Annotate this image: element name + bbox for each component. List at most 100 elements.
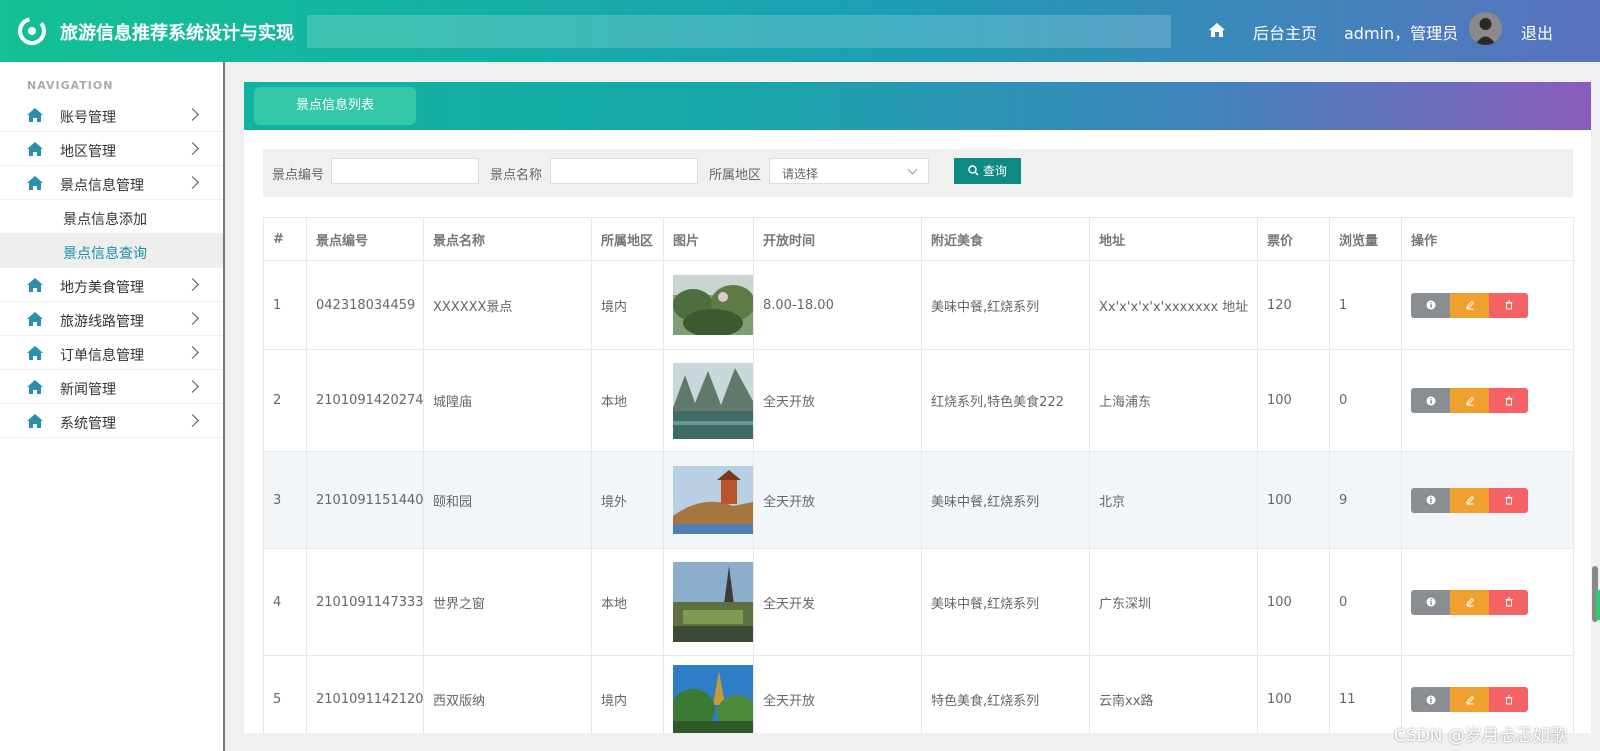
delete-button[interactable] — [1489, 388, 1528, 413]
chevron-right-icon — [186, 142, 199, 155]
detail-button[interactable] — [1411, 487, 1450, 513]
trash-icon — [1505, 597, 1512, 607]
admin-home-link[interactable]: 后台主页 — [1253, 20, 1317, 44]
scenic-name: 世界之窗 — [423, 548, 592, 656]
detail-button[interactable] — [1411, 388, 1450, 413]
search-button[interactable]: 查询 — [954, 158, 1021, 184]
scenic-name: 颐和园 — [423, 451, 592, 549]
address: 北京 — [1089, 451, 1258, 549]
scenic-region: 境外 — [591, 451, 664, 549]
tab-scenic-list[interactable]: 景点信息列表 — [254, 87, 416, 125]
avatar[interactable] — [1469, 12, 1502, 45]
delete-button[interactable] — [1489, 292, 1528, 318]
sidebar-item-routes[interactable]: 旅游线路管理 — [0, 302, 223, 336]
open-time: 全天开放 — [753, 655, 922, 733]
home-icon[interactable] — [1208, 21, 1226, 39]
scenic-region: 境内 — [591, 260, 664, 350]
sidebar-subitem-scenic-query[interactable]: 景点信息查询 — [0, 234, 223, 268]
column-header[interactable]: 景点名称 — [423, 217, 592, 261]
filter-bar: 景点编号 景点名称 所属地区 请选择 查询 — [263, 149, 1573, 197]
view-count: 9 — [1329, 451, 1402, 549]
scenic-thumbnail[interactable] — [673, 466, 753, 534]
top-header: 旅游信息推荐系统设计与实现 后台主页 admin，管理员 退出 — [0, 0, 1600, 62]
sidebar-item-label: 系统管理 — [60, 416, 116, 432]
sidebar-item-label: 旅游线路管理 — [60, 314, 144, 330]
ticket-price: 100 — [1257, 548, 1330, 656]
open-time: 8.00-18.00 — [753, 260, 922, 350]
nearby-food: 美味中餐,红烧系列 — [921, 260, 1090, 350]
sidebar-item-orders[interactable]: 订单信息管理 — [0, 336, 223, 370]
edit-button[interactable] — [1450, 487, 1489, 513]
scenic-thumbnail[interactable] — [673, 362, 753, 439]
sidebar-item-news[interactable]: 新闻管理 — [0, 370, 223, 404]
sidebar-item-system[interactable]: 系统管理 — [0, 404, 223, 438]
nearby-food: 美味中餐,红烧系列 — [921, 451, 1090, 549]
row-actions — [1411, 487, 1564, 513]
info-icon — [1426, 300, 1435, 310]
scenic-thumbnail[interactable] — [673, 275, 753, 335]
scenic-table: # 景点编号 景点名称 所属地区 图片 开放时间 附近美食 地址 票价 浏览量 … — [263, 217, 1574, 733]
row-actions — [1411, 589, 1564, 615]
code-input[interactable] — [331, 158, 479, 184]
scenic-code: 2101091147333 — [306, 548, 424, 656]
sidebar-item-label: 景点信息管理 — [60, 178, 144, 194]
column-header[interactable]: 附近美食 — [921, 217, 1090, 261]
edit-button[interactable] — [1450, 388, 1489, 413]
scenic-code: 2101091142120 — [306, 655, 424, 733]
scenic-thumbnail[interactable] — [673, 664, 753, 734]
user-label: admin，管理员 — [1344, 24, 1459, 43]
delete-button[interactable] — [1489, 687, 1528, 712]
sidebar-subitem-scenic-add[interactable]: 景点信息添加 — [0, 200, 223, 234]
column-header[interactable]: 地址 — [1089, 217, 1258, 261]
region-select[interactable]: 请选择 — [769, 158, 929, 184]
delete-button[interactable] — [1489, 589, 1528, 615]
view-count: 1 — [1329, 260, 1402, 350]
chevron-right-icon — [186, 108, 199, 121]
view-count: 0 — [1329, 548, 1402, 656]
edit-button[interactable] — [1450, 589, 1489, 615]
scenic-thumbnail[interactable] — [673, 562, 753, 642]
detail-button[interactable] — [1411, 589, 1450, 615]
name-label: 景点名称 — [490, 168, 543, 183]
table-row: 1 042318034459 XXXXXX景点 境内 8.00-18.00 美味… — [263, 260, 1574, 350]
nav-list: 账号管理 地区管理 景点信息管理 景点信息添加 景点信息查询 地方美食管理 旅游… — [0, 98, 223, 438]
home-icon — [27, 312, 43, 326]
edit-button[interactable] — [1450, 292, 1489, 318]
sidebar: NAVIGATION 账号管理 地区管理 景点信息管理 景点信息添加 景点信息查… — [0, 62, 225, 751]
nav-caption: NAVIGATION — [27, 79, 114, 92]
sidebar-item-regions[interactable]: 地区管理 — [0, 132, 223, 166]
chevron-down-icon — [907, 164, 918, 175]
delete-button[interactable] — [1489, 487, 1528, 513]
sidebar-item-scenic[interactable]: 景点信息管理 — [0, 166, 223, 200]
panel-header: 景点信息列表 — [244, 82, 1591, 130]
info-icon — [1426, 495, 1435, 505]
logout-link[interactable]: 退出 — [1521, 20, 1553, 44]
scenic-code: 2101091151440 — [306, 451, 424, 549]
sidebar-item-label: 地方美食管理 — [60, 280, 144, 296]
header-search-input[interactable] — [307, 15, 1171, 48]
sidebar-item-food[interactable]: 地方美食管理 — [0, 268, 223, 302]
region-select-value: 请选择 — [782, 167, 819, 181]
table-header-row: # 景点编号 景点名称 所属地区 图片 开放时间 附近美食 地址 票价 浏览量 … — [263, 217, 1574, 261]
row-index: 2 — [263, 349, 307, 452]
open-time: 全天开放 — [753, 451, 922, 549]
detail-button[interactable] — [1411, 687, 1450, 712]
column-header[interactable]: 浏览量 — [1329, 217, 1402, 261]
row-index: 1 — [263, 260, 307, 350]
row-index: 4 — [263, 548, 307, 656]
sidebar-item-label: 订单信息管理 — [60, 348, 144, 364]
column-header[interactable]: 景点编号 — [306, 217, 424, 261]
region-label: 所属地区 — [709, 168, 762, 183]
ticket-price: 100 — [1257, 655, 1330, 733]
sidebar-item-label: 新闻管理 — [60, 382, 116, 398]
trash-icon — [1505, 495, 1512, 505]
home-icon — [27, 414, 43, 428]
chevron-right-icon — [186, 414, 199, 427]
column-header[interactable]: 所属地区 — [591, 217, 664, 261]
column-header[interactable]: 开放时间 — [753, 217, 922, 261]
edit-button[interactable] — [1450, 687, 1489, 712]
sidebar-item-accounts[interactable]: 账号管理 — [0, 98, 223, 132]
column-header[interactable]: 票价 — [1257, 217, 1330, 261]
name-input[interactable] — [550, 158, 698, 184]
detail-button[interactable] — [1411, 292, 1450, 318]
